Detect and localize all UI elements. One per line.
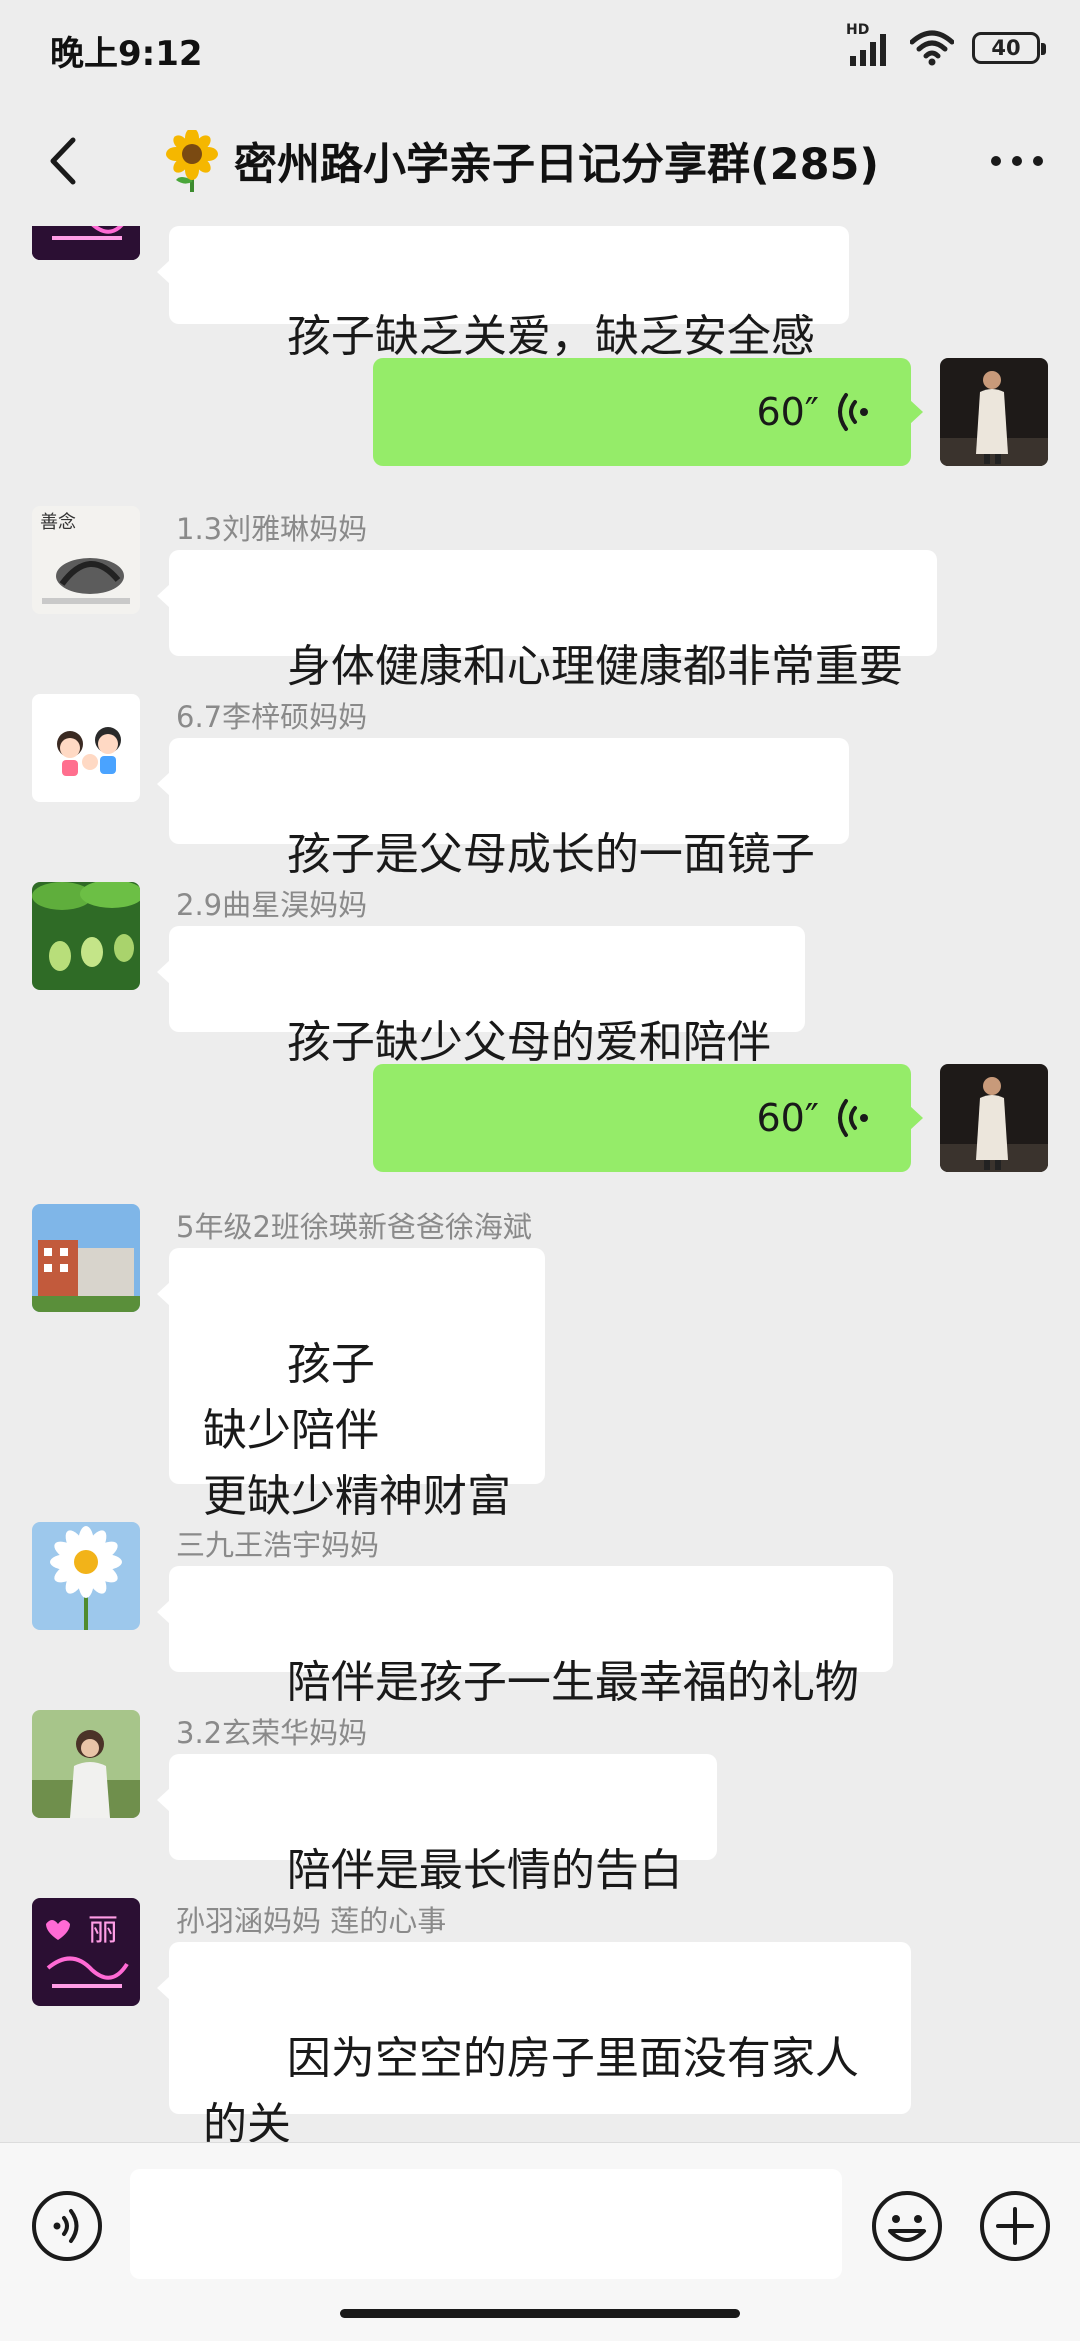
- message-text: 孩子缺乏关爱，缺乏安全感: [286, 311, 815, 362]
- cartoon-family-avatar-icon[interactable]: [32, 694, 140, 802]
- chevron-left-icon: [50, 137, 76, 185]
- message-bubble[interactable]: 孩子缺少父母的爱和陪伴: [157, 926, 805, 1068]
- message-bubble[interactable]: 陪伴是最长情的告白: [157, 1754, 717, 1896]
- sender-name: 孙羽涵妈妈 莲的心事: [176, 1904, 447, 1938]
- more-options-button[interactable]: [982, 128, 1052, 194]
- standing-person-avatar-icon[interactable]: [940, 358, 1048, 466]
- sunflower-icon: [166, 130, 218, 192]
- voice-wave-icon: [838, 393, 868, 431]
- message-text: 孩子 缺少陪伴 更缺少精神财富: [203, 1339, 511, 1522]
- home-indicator[interactable]: [340, 2309, 740, 2318]
- message-bubble[interactable]: 因为空空的房子里面没有家人的关 爱: [157, 1942, 911, 2142]
- message-text: 陪伴是最长情的告白: [286, 1845, 683, 1896]
- sender-name: 三九王浩宇妈妈: [176, 1528, 380, 1562]
- voice-duration: 60″: [756, 1096, 819, 1140]
- more-dots-icon: [991, 156, 1043, 166]
- avatar-calligraphy-text: 善念: [40, 511, 76, 533]
- message-text: 孩子缺少父母的爱和陪伴: [286, 1017, 771, 1068]
- calligraphy-avatar-icon[interactable]: 善念: [32, 506, 140, 614]
- chat-header: 密州路小学亲子日记分享群(285): [0, 96, 1080, 226]
- sender-name: 1.3刘雅琳妈妈: [176, 512, 368, 546]
- more-functions-button[interactable]: [978, 2189, 1052, 2263]
- battery-icon: 40: [972, 32, 1046, 64]
- message-list[interactable]: 孩子缺乏关爱，缺乏安全感 60″ 善念 1.3刘雅琳妈妈 身体健康和心理健康都非…: [0, 226, 1080, 2142]
- message-bubble[interactable]: 陪伴是孩子一生最幸福的礼物: [157, 1566, 893, 1708]
- status-icons: HD 40: [846, 22, 1046, 72]
- message-input[interactable]: [130, 2169, 842, 2279]
- neon-sign-avatar-icon[interactable]: 丽: [32, 1898, 140, 2006]
- status-time: 晚上9:12: [50, 34, 203, 74]
- daisy-avatar-icon[interactable]: [32, 1522, 140, 1630]
- sender-name: 6.7李梓硕妈妈: [176, 700, 368, 734]
- input-bar: [0, 2142, 1080, 2341]
- message-bubble[interactable]: 身体健康和心理健康都非常重要: [157, 550, 937, 692]
- message-bubble[interactable]: 孩子缺乏关爱，缺乏安全感: [157, 226, 849, 362]
- sender-name: 2.9曲星淏妈妈: [176, 888, 368, 922]
- voice-message-bubble[interactable]: 60″: [373, 1064, 923, 1172]
- plus-icon: [980, 2191, 1050, 2261]
- sender-name: 5年级2班徐瑛新爸爸徐海斌: [176, 1210, 532, 1244]
- woman-portrait-avatar-icon[interactable]: [32, 1710, 140, 1818]
- green-plant-avatar-icon[interactable]: [32, 882, 140, 990]
- signal-icon: HD: [846, 22, 892, 68]
- school-building-avatar-icon[interactable]: [32, 1204, 140, 1312]
- group-title: 密州路小学亲子日记分享群(285): [234, 140, 880, 190]
- voice-input-button[interactable]: [30, 2189, 104, 2263]
- message-bubble[interactable]: 孩子是父母成长的一面镜子: [157, 738, 849, 880]
- message-text: 因为空空的房子里面没有家人的关 爱: [203, 2033, 859, 2142]
- voice-message-bubble[interactable]: 60″: [373, 358, 923, 466]
- neon-sign-avatar-icon[interactable]: [32, 226, 140, 260]
- neon-avatar-text: 丽: [88, 1913, 118, 1948]
- wifi-icon: [910, 30, 954, 66]
- voice-wave-icon: [838, 1099, 868, 1137]
- message-text: 身体健康和心理健康都非常重要: [286, 641, 903, 692]
- voice-duration: 60″: [756, 390, 819, 434]
- voice-mode-icon: [32, 2191, 102, 2261]
- sender-name: 3.2玄荣华妈妈: [176, 1716, 368, 1750]
- emoji-icon: [872, 2191, 942, 2261]
- standing-person-avatar-icon[interactable]: [940, 1064, 1048, 1172]
- chat-title: 密州路小学亲子日记分享群(285): [164, 124, 879, 198]
- emoji-button[interactable]: [870, 2189, 944, 2263]
- back-button[interactable]: [30, 128, 96, 194]
- message-text: 孩子是父母成长的一面镜子: [286, 829, 815, 880]
- message-bubble[interactable]: 孩子 缺少陪伴 更缺少精神财富: [157, 1248, 545, 1522]
- status-bar: 晚上9:12 HD 40: [0, 0, 1080, 96]
- message-text: 陪伴是孩子一生最幸福的礼物: [286, 1657, 859, 1708]
